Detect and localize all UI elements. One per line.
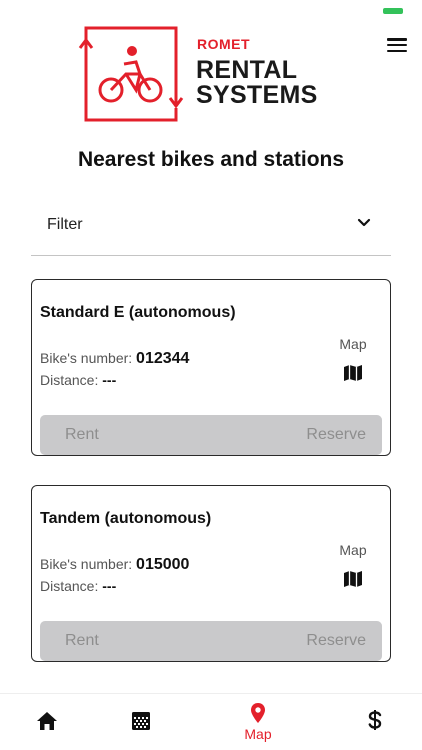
dollar-icon [368,710,382,730]
map-label: Map [339,542,367,558]
brand-line-1: RENTAL [196,56,298,84]
tab-home[interactable] [27,694,67,750]
battery-indicator [383,8,403,14]
bike-card: Tandem (autonomous) Bike's number: 01500… [31,485,391,662]
bike-number-value: 015000 [136,556,190,573]
distance-label: Distance: [40,372,99,388]
tab-map[interactable]: Map [232,694,284,750]
card-actions: Rent Reserve [40,621,382,661]
map-pin-icon [251,703,265,723]
bike-number-label: Bike's number: [40,350,133,366]
bike-number-label: Bike's number: [40,556,133,572]
filter-label: Filter [47,216,83,233]
map-icon [344,571,362,587]
page-title: Nearest bikes and stations [77,148,345,171]
bike-title: Standard E (autonomous) [40,304,236,321]
map-link[interactable]: Map [333,336,373,382]
rent-button[interactable]: Rent [65,426,99,444]
reserve-button[interactable]: Reserve [306,632,366,650]
distance-row: Distance: --- [40,372,116,388]
bike-logo-icon [78,26,184,122]
distance-label: Distance: [40,578,99,594]
app-screen: ROMET RENTAL SYSTEMS Nearest bikes and s… [0,0,422,750]
card-actions: Rent Reserve [40,415,382,455]
map-label: Map [339,336,367,352]
tab-calendar[interactable] [121,694,161,750]
bike-number-row: Bike's number: 012344 [40,350,189,368]
brand-logo: ROMET RENTAL SYSTEMS [76,24,346,124]
rent-button[interactable]: Rent [65,632,99,650]
bottom-tab-bar: Map [0,693,422,750]
home-icon [37,712,57,730]
distance-value: --- [102,578,117,594]
map-link[interactable]: Map [333,542,373,588]
distance-row: Distance: --- [40,578,116,594]
map-icon [344,365,362,381]
brand-line-2: SYSTEMS [196,81,318,109]
reserve-button[interactable]: Reserve [306,426,366,444]
filter-dropdown[interactable]: Filter [31,204,391,256]
tab-payments[interactable] [355,694,395,750]
bike-card: Standard E (autonomous) Bike's number: 0… [31,279,391,456]
brand-name-small: ROMET [197,36,251,52]
hamburger-menu-icon[interactable] [387,37,407,53]
distance-value: --- [102,372,117,388]
brand-name: RENTAL SYSTEMS [196,58,346,108]
tab-map-label: Map [244,726,272,742]
bike-number-row: Bike's number: 015000 [40,556,189,574]
bike-title: Tandem (autonomous) [40,510,212,527]
calendar-icon [132,712,150,730]
chevron-down-icon [357,218,371,227]
bike-number-value: 012344 [136,350,190,367]
